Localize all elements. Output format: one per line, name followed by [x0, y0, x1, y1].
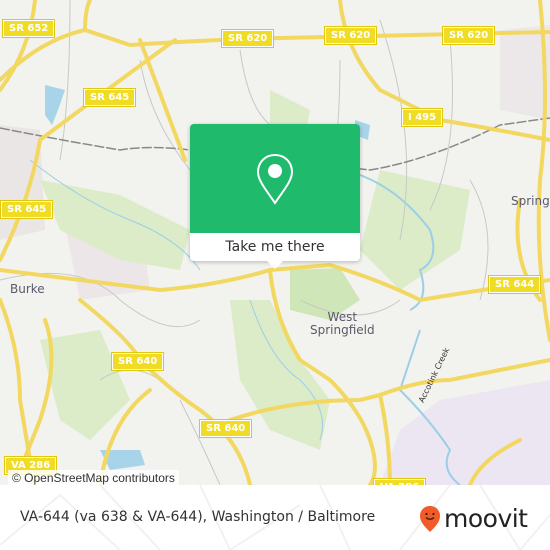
moovit-wordmark: moovit [444, 504, 528, 533]
road-shield: SR 652 [1, 19, 56, 38]
road-shield: I 495 [400, 108, 444, 127]
take-me-there-button[interactable]: Take me there [190, 233, 360, 261]
road-shield: SR 620 [323, 26, 378, 45]
road-shield: SR 620 [441, 26, 496, 45]
road-shield: SR 645 [0, 200, 54, 219]
popup-tail [267, 261, 283, 269]
place-label-springfield: Spring [511, 194, 550, 208]
road-shield: SR 620 [220, 29, 275, 48]
map-attribution[interactable]: © OpenStreetMap contributors [8, 470, 179, 485]
moovit-pin-icon [420, 505, 440, 532]
footer: VA-644 (va 638 & VA-644), Washington / B… [0, 485, 550, 550]
location-title: VA-644 (va 638 & VA-644), Washington / B… [20, 509, 376, 525]
road-shield: SR 640 [110, 352, 165, 371]
road-shield: SR 645 [82, 88, 137, 107]
road-shield: SR 644 [487, 275, 542, 294]
moovit-logo[interactable]: moovit [419, 504, 528, 533]
location-popup: Take me there [190, 124, 360, 269]
map[interactable]: SR 652 SR 620 SR 620 SR 620 SR 645 I 495… [0, 0, 550, 485]
map-pin-icon [256, 153, 294, 205]
place-label-west-springfield: West Springfield [310, 310, 375, 337]
popup-header [190, 124, 360, 233]
road-shield: SR 640 [198, 419, 253, 438]
place-label-burke: Burke [10, 282, 45, 296]
